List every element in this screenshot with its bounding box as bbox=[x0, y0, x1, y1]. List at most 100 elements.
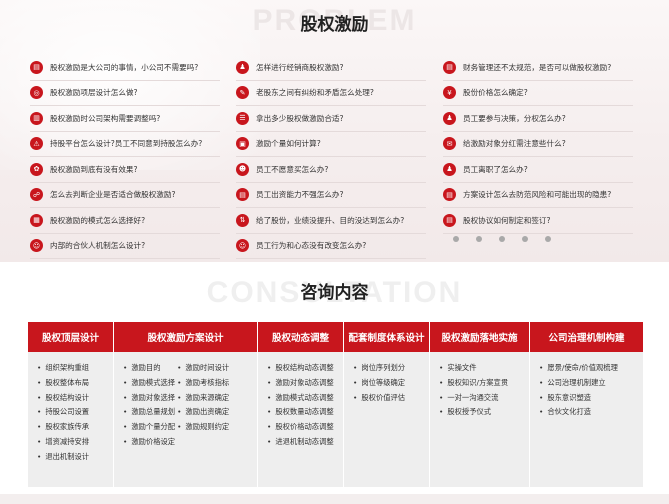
question-item[interactable]: ▣ 激励个量如何计算? bbox=[236, 132, 426, 157]
question-text: 内部的合伙人机制怎么设计? bbox=[50, 241, 146, 251]
consulting-column-header[interactable]: 股权动态调整 bbox=[258, 322, 343, 352]
question-item[interactable]: ⇅ 给了股份，业绩没提升、目的没达到怎么办? bbox=[236, 208, 426, 234]
question-text: 股份价格怎么确定? bbox=[463, 88, 528, 98]
question-item[interactable]: ☍ 怎么去判断企业是否适合做股权激励? bbox=[30, 183, 220, 208]
question-icon: ▤ bbox=[443, 188, 456, 202]
question-icon: ⇅ bbox=[236, 213, 249, 227]
consulting-item: 持股公司设置 bbox=[37, 405, 113, 420]
question-text: 股权协议如何制定和签订? bbox=[463, 215, 551, 225]
pagination-dot[interactable] bbox=[522, 236, 528, 242]
consulting-item: 激励个量分配 bbox=[123, 420, 175, 435]
question-text: 激励个量如何计算? bbox=[256, 139, 321, 149]
consulting-item: 进退机制动态调整 bbox=[267, 435, 343, 450]
question-icon: ☻ bbox=[236, 162, 249, 176]
question-item[interactable]: ▤ 员工出资能力不强怎么办? bbox=[236, 183, 426, 208]
consulting-column-header[interactable]: 股权激励落地实施 bbox=[430, 322, 529, 352]
question-text: 员工要参与决策，分权怎么办? bbox=[463, 113, 566, 123]
question-column-3: ▤ 财务管理还不太规范，是否可以做股权激励? ¥ 股份价格怎么确定? ♟ 员工要参与决策，… bbox=[443, 55, 633, 234]
consulting-item: 激励出资确定 bbox=[177, 405, 229, 420]
question-icon: ¥ bbox=[443, 86, 456, 100]
consulting-item: 合伙文化打造 bbox=[539, 405, 643, 420]
question-item[interactable]: ☰ 拿出多少股权做激励合适? bbox=[236, 106, 426, 132]
question-column-2: ♟ 怎样进行经销商股权激励? ✎ 老股东之间有纠纷和矛盾怎么处理? ☰ 拿出多少股权做激励… bbox=[236, 55, 426, 259]
question-item[interactable]: ☺ 员工行为和心态没有改变怎么办? bbox=[236, 234, 426, 259]
pagination-dot[interactable] bbox=[476, 236, 482, 242]
consulting-item: 岗位等级确定 bbox=[353, 376, 429, 391]
question-text: 股权激励到底有没有效果? bbox=[50, 164, 138, 174]
consulting-item: 激励时间设计 bbox=[177, 361, 229, 376]
question-item[interactable]: ☺ 内部的合伙人机制怎么设计? bbox=[30, 234, 220, 259]
question-icon: ♟ bbox=[236, 60, 249, 74]
question-item[interactable]: ¥ 股份价格怎么确定? bbox=[443, 81, 633, 106]
question-icon: ▤ bbox=[443, 213, 456, 227]
question-text: 拿出多少股权做激励合适? bbox=[256, 113, 344, 123]
consulting-column: 股权动态调整股权结构动态调整激励对象动态调整激励模式动态调整股权数量动态调整股权… bbox=[258, 322, 344, 487]
question-item[interactable]: ▤ 方案设计怎么去防范风险和可能出现的隐患? bbox=[443, 183, 633, 208]
consulting-item: 激励模式动态调整 bbox=[267, 391, 343, 406]
consulting-column-header[interactable]: 股权顶层设计 bbox=[28, 322, 113, 352]
question-text: 员工不愿意买怎么办? bbox=[256, 164, 329, 174]
question-icon: ⚠ bbox=[30, 137, 43, 151]
question-item[interactable]: ♟ 怎样进行经销商股权激励? bbox=[236, 55, 426, 81]
question-text: 持股平台怎么设计?员工不同意到持股怎么办? bbox=[50, 139, 203, 149]
question-item[interactable]: ✉ 给激励对象分红需注意些什么? bbox=[443, 132, 633, 157]
question-item[interactable]: ▤ 股权协议如何制定和签订? bbox=[443, 208, 633, 234]
consulting-item: 股权家族传承 bbox=[37, 420, 113, 435]
question-item[interactable]: ♟ 员工离职了怎么办? bbox=[443, 157, 633, 183]
question-item[interactable]: ⚠ 持股平台怎么设计?员工不同意到持股怎么办? bbox=[30, 132, 220, 157]
question-item[interactable]: ◎ 股权激励项层设计怎么做? bbox=[30, 81, 220, 106]
question-icon: ☰ bbox=[236, 111, 249, 125]
question-text: 怎样进行经销商股权激励? bbox=[256, 62, 344, 72]
question-icon: ▤ bbox=[30, 60, 43, 74]
question-icon: ✉ bbox=[443, 137, 456, 151]
question-text: 股权激励的模式怎么选择好? bbox=[50, 215, 146, 225]
consulting-item: 一对一沟通交流 bbox=[439, 391, 529, 406]
question-icon: ♟ bbox=[443, 162, 456, 176]
consulting-item: 激励考核指标 bbox=[177, 376, 229, 391]
consulting-item: 退出机制设计 bbox=[37, 450, 113, 465]
question-text: 员工离职了怎么办? bbox=[463, 164, 528, 174]
consulting-column-header[interactable]: 公司治理机制构建 bbox=[530, 322, 643, 352]
question-icon: ✎ bbox=[236, 86, 249, 100]
consulting-item: 股权授予仪式 bbox=[439, 405, 529, 420]
consulting-item: 股权整体布局 bbox=[37, 376, 113, 391]
question-text: 员工出资能力不强怎么办? bbox=[256, 190, 344, 200]
consulting-item: 组织架构重组 bbox=[37, 361, 113, 376]
question-item[interactable]: ▥ 股权激励时公司架构需要调整吗? bbox=[30, 106, 220, 132]
question-item[interactable]: ▤ 股权激励是大公司的事情，小公司不需要吗? bbox=[30, 55, 220, 81]
consulting-column: 股权激励落地实施实操文件股权知识/方案宣贯一对一沟通交流股权授予仪式 bbox=[430, 322, 530, 487]
question-text: 股权激励项层设计怎么做? bbox=[50, 88, 138, 98]
question-icon: ▦ bbox=[30, 213, 43, 227]
question-item[interactable]: ♟ 员工要参与决策，分权怎么办? bbox=[443, 106, 633, 132]
question-text: 给激励对象分红需注意些什么? bbox=[463, 139, 566, 149]
consulting-item: 股东意识塑造 bbox=[539, 391, 643, 406]
question-text: 员工行为和心态没有改变怎么办? bbox=[256, 241, 367, 251]
question-column-1: ▤ 股权激励是大公司的事情，小公司不需要吗? ◎ 股权激励项层设计怎么做? ▥ 股权激励时… bbox=[30, 55, 220, 259]
consulting-column: 配套制度体系设计岗位序列划分岗位等级确定股权价值评估 bbox=[344, 322, 430, 487]
pagination-dot[interactable] bbox=[453, 236, 459, 242]
question-item[interactable]: ▦ 股权激励的模式怎么选择好? bbox=[30, 208, 220, 234]
consulting-item: 激励目的 bbox=[123, 361, 175, 376]
question-text: 股权激励时公司架构需要调整吗? bbox=[50, 113, 161, 123]
consulting-column-header[interactable]: 配套制度体系设计 bbox=[344, 322, 429, 352]
consulting-item: 实操文件 bbox=[439, 361, 529, 376]
consulting-column-header[interactable]: 股权激励方案设计 bbox=[114, 322, 257, 352]
consulting-item: 激励价格设定 bbox=[123, 435, 175, 450]
consulting-item: 激励对象选择 bbox=[123, 391, 175, 406]
consulting-item: 股权价值评估 bbox=[353, 391, 429, 406]
question-item[interactable]: ☻ 员工不愿意买怎么办? bbox=[236, 157, 426, 183]
question-item[interactable]: ✎ 老股东之间有纠纷和矛盾怎么处理? bbox=[236, 81, 426, 106]
pagination-dot[interactable] bbox=[545, 236, 551, 242]
consulting-item: 股权价格动态调整 bbox=[267, 420, 343, 435]
section-title-equity-incentive: 股权激励 bbox=[300, 15, 369, 35]
consulting-item: 激励模式选择 bbox=[123, 376, 175, 391]
consulting-item: 激励规则约定 bbox=[177, 420, 229, 435]
consulting-column: 股权顶层设计组织架构重组股权整体布局股权结构设计持股公司设置股权家族传承增资减持… bbox=[28, 322, 114, 487]
consulting-item: 增资减持安排 bbox=[37, 435, 113, 450]
question-item[interactable]: ▤ 财务管理还不太规范，是否可以做股权激励? bbox=[443, 55, 633, 81]
question-icon: ▤ bbox=[236, 188, 249, 202]
consulting-item: 激励来源确定 bbox=[177, 391, 229, 406]
pagination-dot[interactable] bbox=[499, 236, 505, 242]
question-item[interactable]: ✿ 股权激励到底有没有效果? bbox=[30, 157, 220, 183]
question-icon: ☺ bbox=[236, 239, 249, 253]
